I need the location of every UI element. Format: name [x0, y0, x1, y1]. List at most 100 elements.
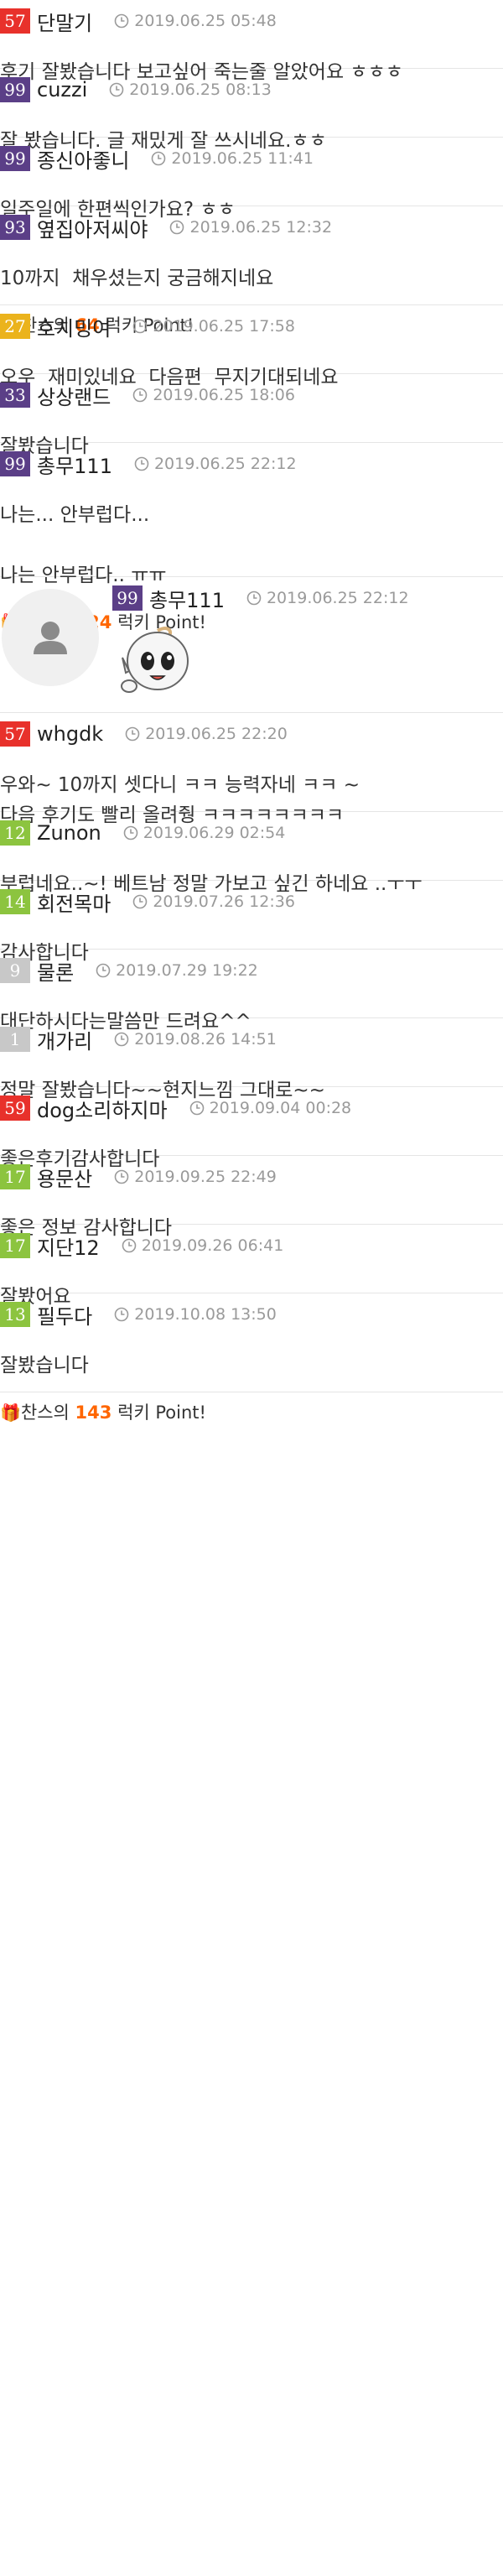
level-badge: 17 [0, 1233, 30, 1258]
comment-date: 2019.09.25 22:49 [134, 1168, 277, 1186]
nickname-link[interactable]: 용문산 [37, 1163, 92, 1192]
avatar[interactable] [2, 589, 99, 686]
user-icon [34, 622, 67, 654]
level-badge: 99 [112, 585, 143, 611]
nickname-link[interactable]: cuzzi [37, 78, 87, 101]
level-badge: 33 [0, 382, 30, 408]
clock-icon [170, 220, 184, 235]
nickname-link[interactable]: Zunon [37, 821, 101, 845]
lucky-point-value: 143 [75, 1402, 112, 1423]
clock-icon [114, 1169, 129, 1184]
lucky-point: 🎁찬스의 143 럭키 Point! [0, 1399, 503, 1424]
nickname-link[interactable]: 호치밍여 [37, 312, 111, 341]
comment-item: 12 Zunon 2019.06.29 02:54 부럽네요..~! 베트남 정말 가… [0, 812, 503, 895]
comment-text: 잘봤습니다 [0, 1355, 89, 1376]
comment-item: 33 상상랜드 2019.06.25 18:06 잘봤습니다 [0, 374, 503, 457]
nickname-link[interactable]: 옆집아저씨야 [37, 213, 148, 242]
comment-date: 2019.10.08 13:50 [134, 1305, 277, 1324]
comment-header: 9 물론 2019.07.29 19:22 [0, 956, 503, 985]
comment-date: 2019.06.25 12:32 [189, 218, 333, 237]
level-badge: 13 [0, 1302, 30, 1327]
comment-header: 99 총무111 2019.06.25 22:12 [0, 450, 503, 478]
comment-date: 2019.09.04 00:28 [209, 1099, 352, 1117]
lucky-point-suffix: 럭키 Point! [111, 1402, 206, 1423]
comment-header: 93 옆집아저씨야 2019.06.25 12:32 [0, 213, 503, 242]
nickname-link[interactable]: 회전목마 [37, 887, 111, 917]
level-badge: 99 [0, 451, 30, 476]
nickname-link[interactable]: 물론 [37, 956, 74, 986]
clock-icon [114, 1032, 129, 1047]
comment-item: 57 whgdk 2019.06.25 22:20 우와~ 10까지 셋다니 ㅋㅋ 능… [0, 713, 503, 826]
comment-date: 2019.06.25 22:12 [153, 455, 297, 473]
comment-header: 27 호치밍여 2019.06.25 17:58 [0, 312, 503, 341]
comment-header: 12 Zunon 2019.06.29 02:54 [0, 819, 503, 847]
lucky-point-prefix: 찬스의 [20, 1402, 75, 1423]
level-badge: 59 [0, 1095, 30, 1121]
comment-header: 14 회전목마 2019.07.26 12:36 [0, 887, 503, 916]
level-badge: 9 [0, 958, 30, 983]
comment-text: 10까지 채우셨는지 궁금해지네요 [0, 268, 274, 289]
nickname-link[interactable]: 지단12 [37, 1231, 100, 1261]
nickname-link[interactable]: 종신아좋니 [37, 144, 129, 174]
reply-comment: 99 총무111 2019.06.25 22:12 [0, 577, 503, 713]
level-badge: 14 [0, 889, 30, 914]
nickname-link[interactable]: dog소리하지마 [37, 1094, 168, 1123]
clock-icon [246, 591, 262, 606]
clock-icon [134, 456, 149, 471]
level-badge: 57 [0, 8, 30, 34]
comment-date: 2019.06.25 22:20 [145, 725, 288, 743]
comment-date: 2019.07.29 19:22 [116, 961, 258, 980]
nickname-link[interactable]: 필두다 [37, 1300, 92, 1330]
nickname-link[interactable]: 총무111 [149, 584, 225, 613]
clock-icon [96, 963, 111, 978]
comment-header: 57 whgdk 2019.06.25 22:20 [0, 720, 503, 748]
comment-item: 27 호치밍여 2019.06.25 17:58 오우 재미있네요 다음편 무지기대되… [0, 305, 503, 388]
comment-date: 2019.06.25 05:48 [134, 12, 277, 30]
comment-item: 57 단말기 2019.06.25 05:48 후기 잘봤습니다 보고싶어 죽는줄 알… [0, 0, 503, 83]
nickname-link[interactable]: 단말기 [37, 7, 92, 36]
comment-header: 59 dog소리하지마 2019.09.04 00:28 [0, 1094, 503, 1122]
nickname-link[interactable]: whgdk [37, 722, 103, 746]
comment-date: 2019.07.26 12:36 [153, 892, 295, 911]
comment-date: 2019.06.25 11:41 [171, 149, 314, 168]
level-badge: 27 [0, 314, 30, 339]
comment-date: 2019.06.25 18:06 [153, 386, 295, 404]
comment-item: 99 cuzzi 2019.06.25 08:13 잘 봤습니다. 글 재밌게 잘 쓰… [0, 69, 503, 152]
comment-header: 17 지단12 2019.09.26 06:41 [0, 1231, 503, 1260]
level-badge: 1 [0, 1027, 30, 1052]
comment-item: 13 필두다 2019.10.08 13:50 잘봤습니다 🎁찬스의 143 럭키 Po… [0, 1293, 503, 1423]
clock-icon [122, 1238, 137, 1253]
comment-header: 99 종신아좋니 2019.06.25 11:41 [0, 144, 503, 173]
clock-icon [133, 319, 148, 334]
nickname-link[interactable]: 총무111 [37, 450, 112, 479]
comment-date: 2019.06.25 22:12 [266, 589, 409, 607]
clock-icon [109, 82, 124, 97]
comment-header: 1 개가리 2019.08.26 14:51 [0, 1025, 503, 1054]
level-badge: 17 [0, 1164, 30, 1189]
comment-item: 1 개가리 2019.08.26 14:51 정말 잘봤습니다~~현지느낌 그대로~~ [0, 1018, 503, 1101]
comment-date: 2019.06.29 02:54 [143, 824, 286, 842]
comment-item: 93 옆집아저씨야 2019.06.25 12:32 10까지 채우셨는지 궁금해지네… [0, 206, 503, 336]
clock-icon [189, 1101, 204, 1116]
nickname-link[interactable]: 상상랜드 [37, 381, 111, 410]
level-badge: 99 [0, 77, 30, 102]
comment-date: 2019.06.25 17:58 [153, 317, 295, 336]
comment-date: 2019.09.26 06:41 [141, 1236, 284, 1255]
clock-icon [133, 388, 148, 403]
level-badge: 93 [0, 215, 30, 240]
comment-date: 2019.06.25 08:13 [129, 81, 272, 99]
emoticon-sticker [121, 627, 189, 693]
comment-header: 99 cuzzi 2019.06.25 08:13 [0, 75, 503, 104]
level-badge: 57 [0, 721, 30, 747]
level-badge: 99 [0, 146, 30, 171]
clock-icon [114, 13, 129, 29]
clock-icon [114, 1307, 129, 1322]
comment-date: 2019.08.26 14:51 [134, 1030, 277, 1049]
comment-item: 99 종신아좋니 2019.06.25 11:41 일주일에 한편씩인가요? ㅎㅎ [0, 138, 503, 221]
comment-item: 17 용문산 2019.09.25 22:49 좋은 정보 감사합니다 [0, 1156, 503, 1239]
nickname-link[interactable]: 개가리 [37, 1025, 92, 1054]
level-badge: 12 [0, 820, 30, 846]
comment-item: 9 물론 2019.07.29 19:22 대단하시다는말씀만 드려요^^ [0, 950, 503, 1033]
comment-item: 59 dog소리하지마 2019.09.04 00:28 좋은후기감사합니다 [0, 1087, 503, 1170]
comment-item: 17 지단12 2019.09.26 06:41 잘봤어요 [0, 1225, 503, 1308]
